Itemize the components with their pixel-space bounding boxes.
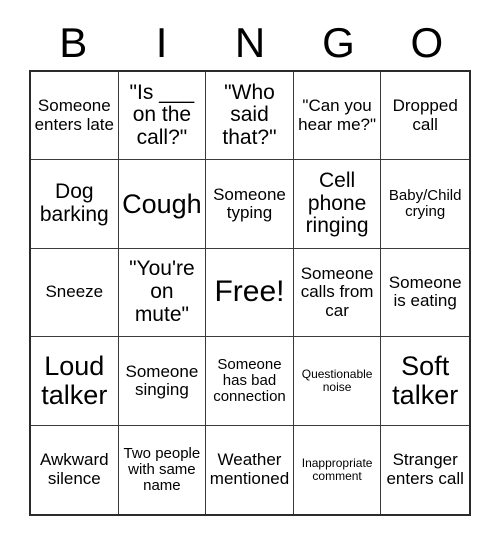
bingo-cell-label: Loud talker (41, 350, 108, 410)
bingo-cell-label: Someone singing (125, 361, 199, 399)
bingo-cell-label: Someone calls from car (300, 263, 374, 320)
bingo-cell[interactable]: Dropped call (381, 72, 469, 161)
bingo-cell-label: "You're on mute" (129, 257, 195, 326)
bingo-cell-label: Weather mentioned (209, 450, 290, 488)
header-letter-o: O (410, 19, 444, 66)
bingo-cell[interactable]: Someone has bad connection (206, 337, 294, 426)
bingo-cell[interactable]: Soft talker (381, 337, 469, 426)
bingo-cell-label: Someone enters late (34, 96, 114, 134)
bingo-cell[interactable]: Awkward silence (31, 425, 119, 514)
bingo-cell-label: Soft talker (392, 350, 459, 410)
bingo-cell[interactable]: "You're on mute" (118, 248, 207, 338)
bingo-cell-label: Baby/Child crying (388, 186, 462, 221)
bingo-cell-label: Two people with same name (123, 444, 201, 494)
bingo-cell-label: Dropped call (392, 96, 458, 134)
bingo-cell-label: "Is ___ on the call?" (129, 80, 195, 150)
header-letter-n: N (234, 19, 266, 66)
bingo-cell-label: Questionable noise (301, 366, 373, 394)
header-letter-i: I (155, 19, 168, 66)
bingo-cell-label: "Who said that?" (222, 80, 277, 150)
free-space-label: Free! (214, 275, 285, 309)
bingo-cell-label: Sneeze (45, 282, 104, 302)
bingo-cell[interactable]: "Can you hear me?" (293, 72, 382, 161)
bingo-cell-label: Stranger enters call (386, 450, 464, 488)
bingo-cell[interactable]: Someone calls from car (293, 248, 382, 338)
bingo-cell-label: Cell phone ringing (305, 169, 369, 238)
bingo-card: B I N G O Someone enters late "Is ___ on … (0, 0, 500, 544)
bingo-cell[interactable]: Baby/Child crying (381, 160, 469, 249)
header-letter-b: B (59, 19, 88, 66)
bingo-cell[interactable]: Cell phone ringing (293, 160, 382, 249)
bingo-cell[interactable]: "Who said that?" (206, 72, 294, 161)
bingo-cell-label: Awkward silence (39, 450, 109, 488)
bingo-cell-label: Someone is eating (388, 273, 462, 311)
bingo-cell-label: Dog barking (39, 180, 109, 227)
bingo-cell[interactable]: Cough (118, 160, 207, 249)
bingo-cell[interactable]: Two people with same name (118, 425, 207, 514)
bingo-cell[interactable]: Someone singing (118, 337, 207, 426)
bingo-cell[interactable]: Dog barking (31, 160, 119, 249)
bingo-cell[interactable]: Loud talker (31, 337, 119, 426)
bingo-cell-label: Cough (122, 188, 202, 219)
bingo-cell[interactable]: Someone typing (206, 160, 294, 249)
bingo-cell-free-space[interactable]: Free! (206, 248, 294, 338)
bingo-cell-label: Someone has bad connection (213, 355, 286, 405)
bingo-grid: Someone enters late "Is ___ on the call?"… (29, 70, 471, 516)
bingo-cell[interactable]: Stranger enters call (381, 425, 469, 514)
bingo-cell[interactable]: Weather mentioned (206, 425, 294, 514)
bingo-cell[interactable]: Someone enters late (31, 72, 119, 161)
bingo-cell[interactable]: Inappropriate comment (293, 425, 382, 514)
bingo-cell-label: "Can you hear me?" (298, 96, 377, 134)
bingo-cell[interactable]: Sneeze (31, 248, 119, 338)
bingo-cell-label: Inappropriate comment (301, 455, 373, 483)
header-letter-g: G (322, 19, 355, 66)
bingo-cell[interactable]: Questionable noise (293, 337, 382, 426)
bingo-cell-label: Someone typing (213, 184, 286, 223)
bingo-header-row: B I N G O (29, 16, 471, 70)
bingo-cell[interactable]: "Is ___ on the call?" (118, 72, 207, 161)
bingo-cell[interactable]: Someone is eating (381, 248, 469, 338)
